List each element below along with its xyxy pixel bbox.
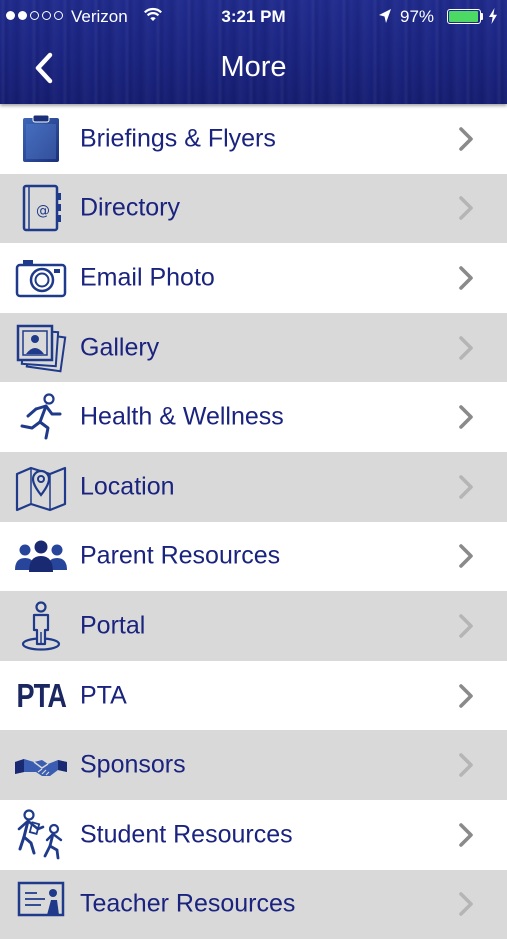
menu-item-portal[interactable]: Portal — [0, 591, 507, 661]
page-title: More — [220, 51, 287, 83]
menu-item-label: Email Photo — [80, 263, 215, 292]
photo-stack-icon — [14, 322, 68, 374]
map-pin-icon — [14, 461, 68, 513]
menu-item-label: Location — [80, 472, 175, 501]
person-portal-icon — [14, 600, 68, 652]
students-walking-icon — [14, 809, 68, 861]
menu-item-label: PTA — [80, 681, 127, 710]
menu-item-student-resources[interactable]: Student Resources — [0, 799, 507, 870]
chevron-right-icon — [459, 405, 473, 429]
menu-item-label: Directory — [80, 193, 181, 222]
teacher-board-icon — [14, 878, 68, 930]
chevron-right-icon — [459, 196, 473, 221]
menu-item-label: Health & Wellness — [80, 402, 284, 431]
clipboard-icon — [14, 113, 68, 165]
menu-item-gallery[interactable]: Gallery — [0, 312, 507, 383]
menu-item-email-photo[interactable]: Email Photo — [0, 243, 507, 313]
battery-level-fill — [449, 11, 479, 22]
chevron-right-icon — [459, 544, 473, 569]
menu-item-label: Briefings & Flyers — [80, 124, 276, 153]
menu-item-label: Parent Resources — [80, 541, 281, 570]
chevron-right-icon — [459, 822, 473, 847]
camera-icon — [14, 252, 68, 304]
menu-item-sponsors[interactable]: Sponsors — [0, 730, 507, 800]
chevron-right-icon — [459, 892, 473, 917]
menu-item-parent-resources[interactable]: Parent Resources — [0, 521, 507, 592]
chevron-right-icon — [459, 683, 473, 708]
menu-item-location[interactable]: Location — [0, 451, 507, 522]
menu-item-directory[interactable]: @ Directory — [0, 173, 507, 244]
chevron-right-icon — [459, 126, 473, 151]
menu-item-label: Portal — [80, 611, 146, 640]
battery-percent: 97% — [400, 7, 435, 26]
menu-item-health-wellness[interactable]: Health & Wellness — [0, 382, 507, 452]
pta-logo-text: PTA — [16, 676, 66, 714]
menu-item-pta[interactable]: PTA PTA — [0, 660, 507, 731]
status-bar: Verizon 3:21 PM 97% — [0, 0, 507, 34]
chevron-right-icon — [459, 614, 473, 638]
menu-list: Briefings & Flyers @ Directory Email Pho… — [0, 104, 507, 939]
chevron-right-icon — [459, 335, 473, 360]
charging-bolt-icon — [488, 8, 498, 29]
location-arrow-icon — [378, 8, 392, 29]
menu-item-label: Teacher Resources — [80, 889, 296, 918]
menu-item-briefings-flyers[interactable]: Briefings & Flyers — [0, 104, 507, 174]
navigation-bar: More — [0, 34, 507, 104]
svg-text:@: @ — [36, 203, 50, 219]
handshake-icon — [14, 739, 68, 791]
menu-item-teacher-resources[interactable]: Teacher Resources — [0, 869, 507, 939]
top-bar: Verizon 3:21 PM 97% More — [0, 0, 507, 104]
chevron-right-icon — [459, 753, 473, 777]
chevron-right-icon — [459, 266, 473, 290]
menu-item-label: Student Resources — [80, 820, 293, 849]
people-group-icon — [14, 530, 68, 582]
address-book-icon: @ — [14, 182, 68, 234]
running-person-icon — [14, 391, 68, 443]
menu-item-label: Gallery — [80, 333, 160, 362]
pta-logo-icon: PTA — [14, 670, 68, 722]
chevron-right-icon — [459, 474, 473, 499]
battery-icon — [447, 9, 481, 24]
menu-item-label: Sponsors — [80, 750, 186, 779]
battery-tip — [481, 13, 483, 20]
